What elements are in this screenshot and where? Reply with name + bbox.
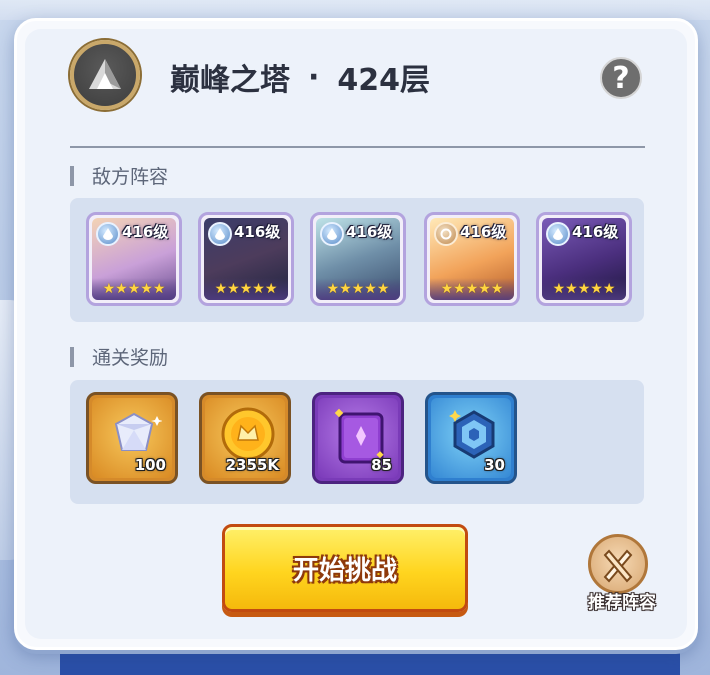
hero-portrait: 416级 ★ ★ ★ ★ ★ — [542, 218, 626, 300]
enemy-hero-card[interactable]: 416级 ★ ★ ★ ★ ★ — [536, 212, 632, 306]
water-icon — [208, 222, 232, 246]
hero-level: 416级 — [572, 223, 619, 241]
hero-portrait: 416级 ★ ★ ★ ★ ★ — [316, 218, 400, 300]
recommended-lineup-label: 推荐阵容 — [588, 593, 656, 613]
header-divider — [70, 146, 645, 148]
enemy-hero-card[interactable]: 416级 ★ ★ ★ ★ ★ — [310, 212, 406, 306]
reward-card[interactable]: 100 — [86, 392, 178, 484]
hero-level: 416级 — [346, 223, 393, 241]
reward-quantity: 85 — [371, 456, 392, 474]
enemy-hero-card[interactable]: 416级 ★ ★ ★ ★ ★ — [198, 212, 294, 306]
reward-slot: 85 — [318, 398, 398, 478]
reward-card[interactable]: 85 — [312, 392, 404, 484]
reward-slot: 30 — [431, 398, 511, 478]
hero-portrait: 416级 ★ ★ ★ ★ ★ — [92, 218, 176, 300]
start-challenge-label: 开始挑战 — [292, 555, 397, 586]
hero-stars: ★ ★ ★ ★ ★ — [204, 278, 288, 300]
reward-slot: 2355K — [205, 398, 285, 478]
tower-floor: 424层 — [337, 63, 431, 98]
clear-rewards-title: 通关奖励 — [92, 347, 169, 369]
hero-portrait: 416级 ★ ★ ★ ★ ★ — [204, 218, 288, 300]
hero-stars: ★ ★ ★ ★ ★ — [430, 278, 514, 300]
title-separator: · — [308, 59, 320, 95]
reward-card[interactable]: 2355K — [199, 392, 291, 484]
clear-rewards-header: 通关奖励 — [70, 343, 168, 370]
tower-emblem-icon — [70, 40, 140, 110]
tower-name: 巅峰之塔 — [170, 63, 290, 98]
recommended-lineup-button[interactable]: 推荐阵容 — [574, 528, 670, 618]
enemy-lineup-title: 敌方阵容 — [92, 166, 169, 188]
reward-quantity: 30 — [484, 456, 505, 474]
hero-level: 416级 — [460, 223, 507, 241]
recommended-lineup-icon — [588, 534, 648, 594]
help-button[interactable]: ? — [600, 57, 642, 99]
hero-portrait: 416级 ★ ★ ★ ★ ★ — [430, 218, 514, 300]
earth-icon — [434, 222, 458, 246]
water-icon — [320, 222, 344, 246]
reward-card[interactable]: 30 — [425, 392, 517, 484]
section-bar — [70, 165, 74, 186]
hero-stars: ★ ★ ★ ★ ★ — [316, 278, 400, 300]
water-icon — [96, 222, 120, 246]
reward-quantity: 100 — [134, 456, 166, 474]
hero-level: 416级 — [122, 223, 169, 241]
water-icon — [546, 222, 570, 246]
background-top-bar — [0, 0, 710, 20]
question-icon: ? — [612, 60, 630, 96]
hero-level: 416级 — [234, 223, 281, 241]
enemy-hero-card[interactable]: 416级 ★ ★ ★ ★ ★ — [424, 212, 520, 306]
page-title: 巅峰之塔 · 424层 — [170, 55, 430, 99]
reward-quantity: 2355K — [225, 456, 279, 474]
hero-stars: ★ ★ ★ ★ ★ — [542, 278, 626, 300]
enemy-hero-card[interactable]: 416级 ★ ★ ★ ★ ★ — [86, 212, 182, 306]
hero-stars: ★ ★ ★ ★ ★ — [92, 278, 176, 300]
section-bar — [70, 346, 74, 367]
enemy-lineup-header: 敌方阵容 — [70, 162, 168, 189]
gold-coin-icon — [221, 407, 275, 461]
start-challenge-button[interactable]: 开始挑战 — [222, 524, 468, 612]
diamond-icon — [114, 412, 162, 451]
reward-slot: 100 — [92, 398, 172, 478]
